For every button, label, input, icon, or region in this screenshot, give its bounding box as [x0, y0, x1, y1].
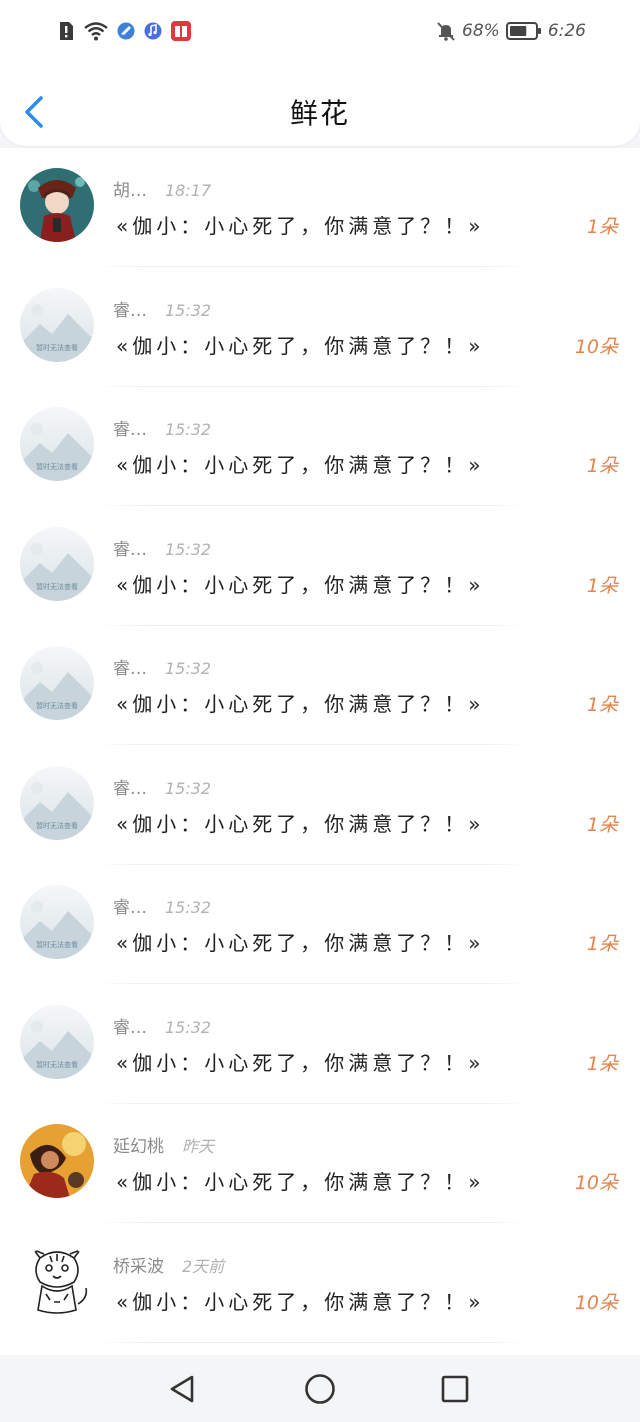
battery-icon — [505, 20, 542, 42]
sender-meta: 睿… 15:32 — [113, 774, 211, 799]
row-divider — [98, 1341, 530, 1343]
timestamp: 15:32 — [165, 300, 212, 320]
timestamp: 2天前 — [182, 1256, 225, 1276]
list-item[interactable]: 暂时无法查看 睿… 15:32 «伽小：小心死了，你满意了？！» 1朵 — [0, 507, 640, 627]
timestamp: 15:32 — [165, 420, 212, 439]
message-text: «伽小：小心死了，你满意了？！» — [116, 692, 485, 716]
clock: 6:26 — [547, 21, 586, 41]
avatar[interactable]: 暂时无法查看 — [20, 1004, 94, 1079]
avatar[interactable]: 暂时无法查看 — [20, 526, 94, 601]
avatar[interactable]: 暂时无法查看 — [20, 646, 94, 720]
flower-count: 1朵 — [586, 574, 618, 597]
sender-name: 睿… — [113, 420, 147, 440]
list-item[interactable]: 胡… 18:17 «伽小：小心死了，你满意了？！» 1朵 — [0, 148, 640, 268]
sender-name: 睿… — [113, 1017, 147, 1038]
svg-text:暂时无法查看: 暂时无法查看 — [36, 940, 78, 949]
page-title: 鲜花 — [289, 97, 350, 130]
flower-count: 1朵 — [586, 455, 618, 477]
sender-name: 桥采波 — [113, 1256, 164, 1277]
timestamp: 15:32 — [165, 1017, 212, 1037]
flower-count: 1朵 — [586, 933, 618, 955]
alert-icon — [56, 20, 76, 42]
sender-name: 睿… — [113, 898, 147, 918]
svg-text:暂时无法查看: 暂时无法查看 — [36, 582, 78, 591]
avatar[interactable] — [20, 168, 94, 242]
sender-meta: 胡… 18:17 — [113, 176, 211, 201]
wifi-icon — [83, 20, 109, 42]
sender-meta: 桥采波 2天前 — [113, 1252, 224, 1277]
list-item[interactable]: 暂时无法查看 睿… 15:32 «伽小：小心死了，你满意了？！» 1朵 — [0, 626, 640, 746]
status-bar: 68% 6:26 — [0, 12, 640, 52]
avatar[interactable]: 暂时无法查看 — [20, 885, 94, 959]
home-circle-icon[interactable] — [302, 1371, 338, 1407]
message-text: «伽小：小心死了，你满意了？！» — [116, 1289, 485, 1314]
timestamp: 15:32 — [165, 539, 212, 559]
sender-name: 睿… — [113, 300, 147, 321]
message-text: «伽小：小心死了，你满意了？！» — [116, 1170, 485, 1194]
flower-count: 1朵 — [586, 694, 618, 716]
system-navigation-bar — [0, 1355, 640, 1422]
sender-meta: 延幻桃 昨天 — [113, 1132, 214, 1157]
list-item[interactable]: 暂时无法查看 睿… 15:32 «伽小：小心死了，你满意了？！» 1朵 — [0, 985, 640, 1105]
svg-text:暂时无法查看: 暂时无法查看 — [36, 343, 78, 352]
browser-icon — [116, 20, 136, 42]
avatar[interactable]: 暂时无法查看 — [20, 765, 94, 840]
message-text: «伽小：小心死了，你满意了？！» — [116, 1050, 485, 1075]
avatar[interactable] — [20, 1124, 94, 1198]
list-item[interactable]: 桥采波 2天前 «伽小：小心死了，你满意了？！» 10朵 — [0, 1224, 640, 1344]
flower-count: 1朵 — [586, 216, 618, 238]
list-item[interactable]: 暂时无法查看 睿… 15:32 «伽小：小心死了，你满意了？！» 1朵 — [0, 387, 640, 507]
list-item[interactable]: 延幻桃 昨天 «伽小：小心死了，你满意了？！» 10朵 — [0, 1104, 640, 1224]
message-text: «伽小：小心死了，你满意了？！» — [116, 931, 485, 955]
message-text: «伽小：小心死了，你满意了？！» — [116, 572, 485, 597]
svg-text:暂时无法查看: 暂时无法查看 — [36, 821, 78, 830]
message-text: «伽小：小心死了，你满意了？！» — [116, 453, 485, 477]
timestamp: 18:17 — [165, 181, 212, 200]
svg-text:暂时无法查看: 暂时无法查看 — [36, 701, 78, 710]
message-text: «伽小：小心死了，你满意了？！» — [116, 333, 485, 358]
svg-text:暂时无法查看: 暂时无法查看 — [36, 462, 78, 471]
bell-off-icon — [436, 20, 456, 42]
flower-count: 10朵 — [574, 335, 618, 358]
navigation-bar: 鲜花 — [0, 76, 640, 146]
sender-name: 延幻桃 — [113, 1137, 164, 1157]
sender-meta: 睿… 15:32 — [113, 415, 211, 440]
sender-meta: 睿… 15:32 — [113, 296, 211, 321]
book-icon — [170, 20, 192, 42]
sender-meta: 睿… 15:32 — [113, 654, 211, 679]
sender-meta: 睿… 15:32 — [113, 1013, 211, 1038]
message-text: «伽小：小心死了，你满意了？！» — [116, 214, 485, 238]
sender-name: 胡… — [113, 181, 147, 201]
sender-meta: 睿… 15:32 — [113, 535, 211, 560]
flower-count: 1朵 — [586, 813, 618, 836]
svg-text:暂时无法查看: 暂时无法查看 — [36, 1060, 78, 1069]
sender-meta: 睿… 15:32 — [113, 893, 211, 918]
flower-list[interactable]: 胡… 18:17 «伽小：小心死了，你满意了？！» 1朵 暂时无法查看 睿… 15:32 «伽… — [0, 148, 640, 1355]
music-icon — [143, 20, 163, 42]
top-header-card: 68% 6:26 鲜花 — [0, 0, 640, 146]
flower-count: 10朵 — [574, 1291, 618, 1314]
avatar[interactable]: 暂时无法查看 — [20, 287, 94, 362]
sender-name: 睿… — [113, 539, 147, 560]
back-triangle-icon[interactable] — [164, 1371, 200, 1407]
recents-square-icon[interactable] — [437, 1371, 473, 1407]
list-item[interactable]: 暂时无法查看 睿… 15:32 «伽小：小心死了，你满意了？！» 10朵 — [0, 268, 640, 388]
battery-percent: 68% — [462, 21, 500, 41]
list-item[interactable]: 暂时无法查看 睿… 15:32 «伽小：小心死了，你满意了？！» 1朵 — [0, 746, 640, 866]
timestamp: 15:32 — [165, 659, 212, 678]
timestamp: 昨天 — [182, 1137, 215, 1156]
avatar[interactable] — [20, 1243, 94, 1318]
message-text: «伽小：小心死了，你满意了？！» — [116, 811, 485, 836]
list-item[interactable]: 暂时无法查看 睿… 15:32 «伽小：小心死了，你满意了？！» 1朵 — [0, 865, 640, 985]
sender-name: 睿… — [113, 659, 147, 679]
flower-count: 10朵 — [574, 1172, 618, 1194]
sender-name: 睿… — [113, 778, 147, 799]
flower-count: 1朵 — [586, 1052, 618, 1075]
timestamp: 15:32 — [165, 778, 212, 798]
avatar[interactable]: 暂时无法查看 — [20, 407, 94, 481]
timestamp: 15:32 — [165, 898, 212, 917]
